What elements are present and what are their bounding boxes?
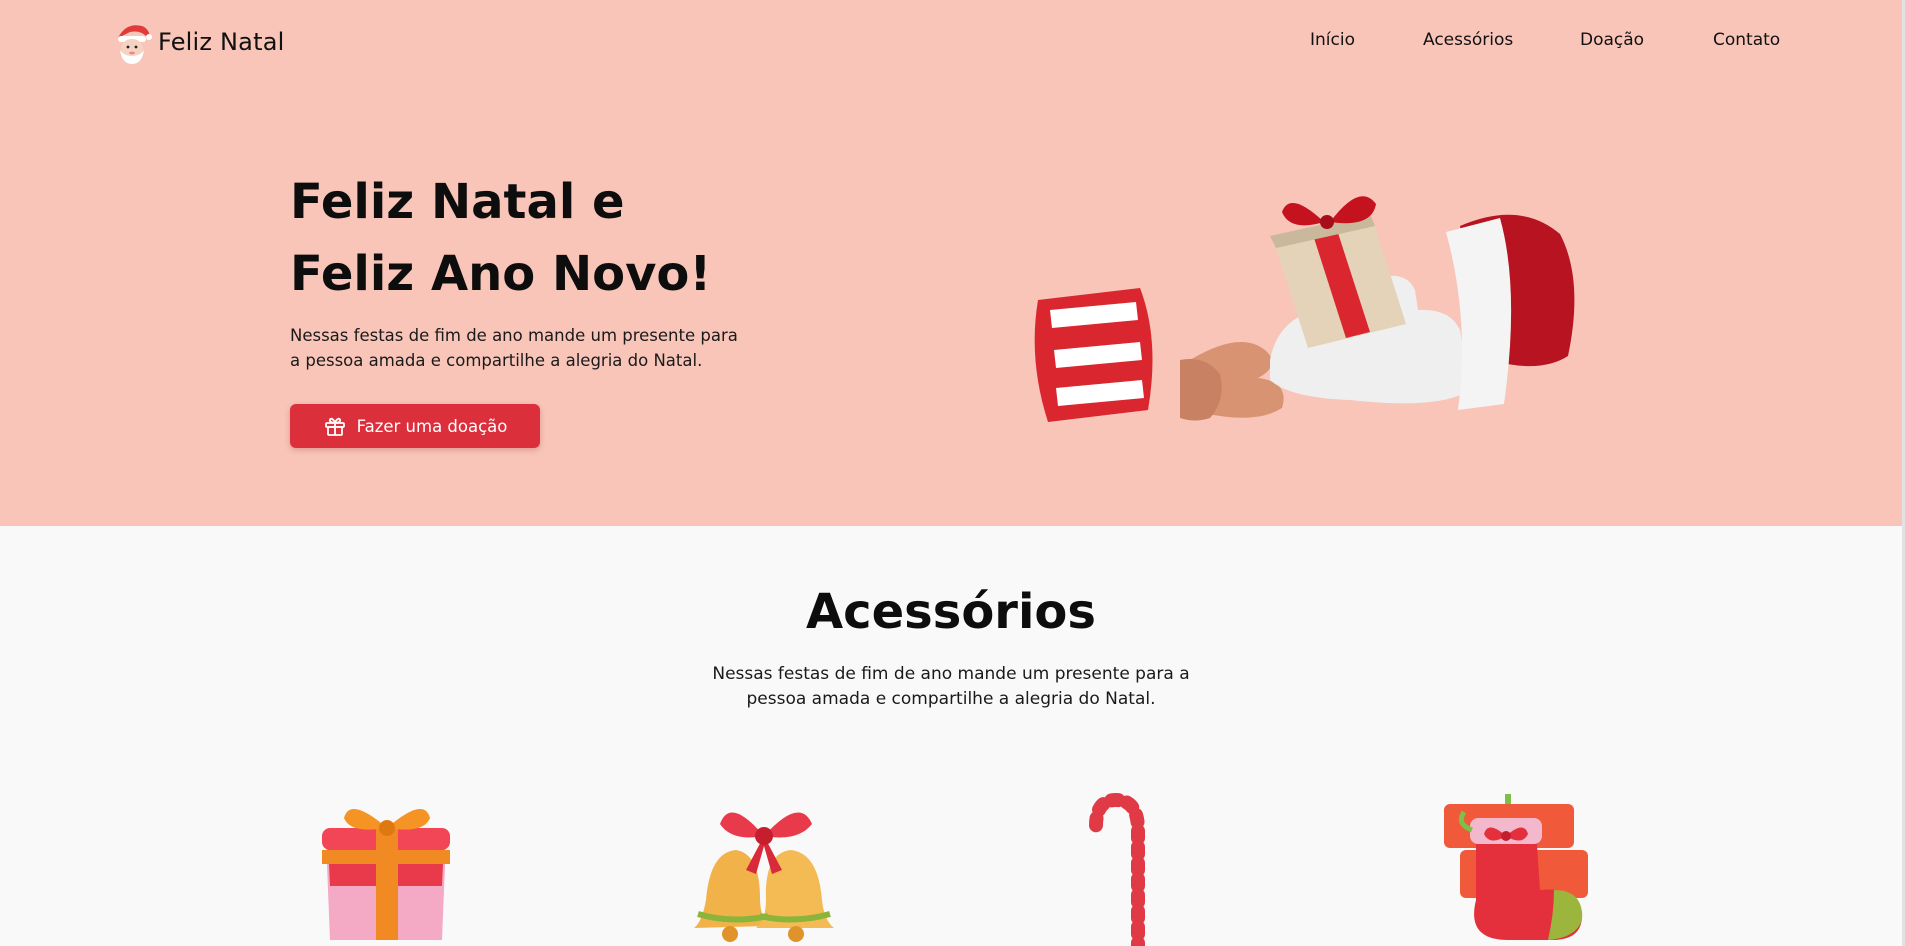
nav-link-contato[interactable]: Contato [1713, 30, 1780, 50]
accessories-description: Nessas festas de fim de ano mande um pre… [712, 664, 1190, 709]
candy-cane-product[interactable] [1054, 790, 1214, 946]
gift-icon [324, 417, 345, 436]
santa-icon [118, 25, 152, 64]
hero-title: Feliz Natal e Feliz Ano Novo! [290, 166, 810, 310]
brand-name: Feliz Natal [158, 28, 285, 56]
nav-link-inicio[interactable]: Início [1310, 30, 1355, 50]
candy-cane-icon [1089, 792, 1145, 946]
hero-title-line-2: Feliz Ano Novo! [290, 246, 712, 302]
christmas-bells-icon [694, 812, 834, 942]
hero-title-line-1: Feliz Natal e [290, 174, 625, 230]
brand-logo[interactable]: Feliz Natal [112, 20, 284, 64]
hero-description: Nessas festas de fim de ano mande um pre… [290, 326, 738, 370]
stocking-with-gifts-icon [1444, 794, 1588, 940]
gift-box-icon [322, 809, 450, 940]
stocking-product[interactable] [1436, 790, 1596, 946]
hands-giving-gift-illustration [1034, 196, 1595, 422]
nav-link-doacao[interactable]: Doação [1580, 30, 1644, 50]
donate-button[interactable]: Fazer uma doação [290, 404, 540, 448]
donate-button-label: Fazer uma doação [356, 416, 508, 436]
nav-link-acessorios[interactable]: Acessórios [1423, 30, 1513, 50]
christmas-bells-product[interactable] [684, 790, 844, 946]
accessories-title: Acessórios [806, 584, 1096, 640]
gift-box-product[interactable] [306, 790, 466, 946]
